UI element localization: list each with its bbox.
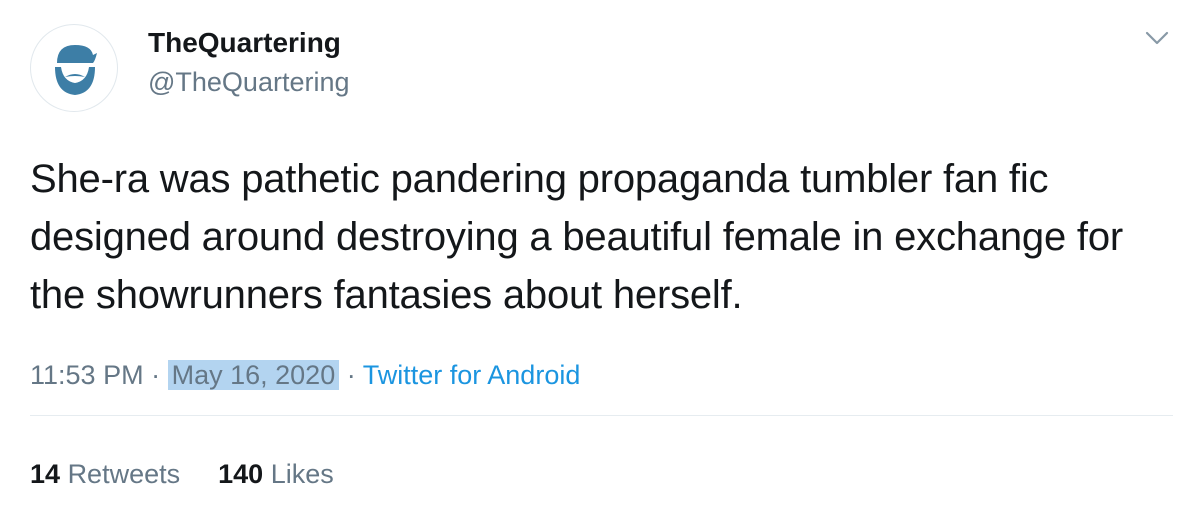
retweets-count: 14 (30, 459, 61, 489)
likes-label: Likes (270, 459, 334, 489)
tweet-menu-button[interactable] (1142, 26, 1172, 50)
tweet-metadata: 11:53 PM · May 16, 2020 · Twitter for An… (30, 355, 580, 395)
likes-stat[interactable]: 140 Likes (218, 459, 334, 489)
meta-separator: · (151, 360, 161, 390)
author-handle[interactable]: @TheQuartering (148, 65, 350, 99)
author-name[interactable]: TheQuartering (148, 26, 341, 60)
tweet-text: She-ra was pathetic pandering propaganda… (30, 157, 1123, 317)
retweets-label: Retweets (67, 459, 181, 489)
tweet-stats: 14 Retweets 140 Likes (30, 456, 334, 492)
divider (30, 415, 1173, 416)
tweet-card: TheQuartering @TheQuartering She-ra was … (0, 0, 1200, 517)
tweet-source-link[interactable]: Twitter for Android (363, 360, 581, 390)
tweet-time[interactable]: 11:53 PM (30, 360, 144, 390)
bearded-man-avatar-icon (55, 45, 97, 95)
avatar[interactable] (30, 24, 118, 112)
likes-count: 140 (218, 459, 264, 489)
tweet-date[interactable]: May 16, 2020 (167, 360, 340, 390)
chevron-down-icon (1145, 31, 1169, 45)
meta-separator: · (346, 360, 356, 390)
retweets-stat[interactable]: 14 Retweets (30, 459, 180, 489)
